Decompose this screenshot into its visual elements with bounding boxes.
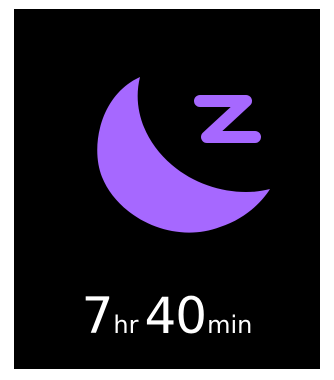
- hours-unit: hr: [113, 311, 139, 339]
- minutes-unit: min: [207, 311, 253, 339]
- watch-screen: 7hr 40min: [14, 9, 320, 369]
- sleep-moon-icon: [97, 77, 270, 233]
- hours-value: 7: [81, 287, 114, 345]
- z-letter-shape: [194, 95, 261, 143]
- sleep-duration: 7hr 40min: [14, 291, 320, 341]
- minutes-value: 40: [144, 287, 208, 345]
